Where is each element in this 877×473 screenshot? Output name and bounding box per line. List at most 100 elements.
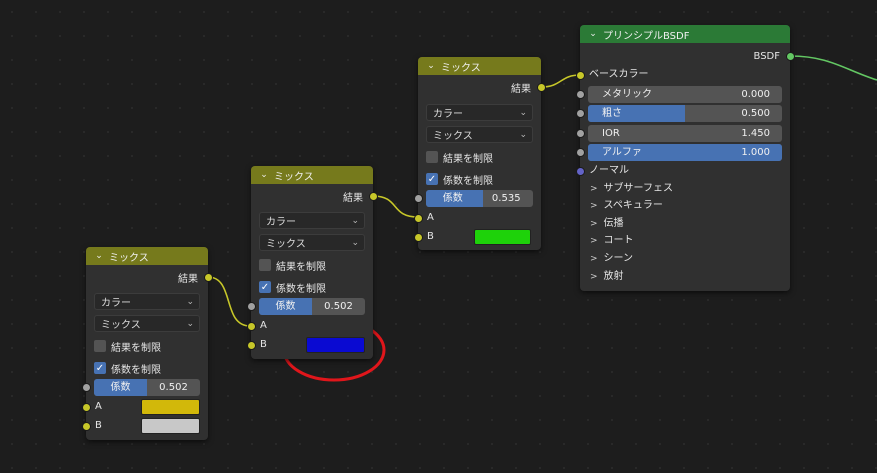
chevron-right-icon: > [590, 236, 598, 246]
clamp-factor-checkbox[interactable]: ✓ 係数を制限 [259, 279, 326, 295]
factor-slider[interactable]: 係数 0.502 [94, 379, 200, 396]
factor-socket[interactable] [247, 302, 256, 311]
slider-value: 1.450 [741, 128, 770, 139]
data-type-dropdown[interactable]: カラー ⌄ [426, 104, 533, 121]
clamp-factor-checkbox[interactable]: ✓ 係数を制限 [426, 171, 493, 187]
blend-mode-dropdown[interactable]: ミックス ⌄ [259, 234, 365, 251]
node-title: プリンシプルBSDF [603, 30, 690, 42]
input-a-socket[interactable] [82, 403, 91, 412]
input-b-socket[interactable] [247, 341, 256, 350]
input-b-socket[interactable] [414, 233, 423, 242]
chevron-down-icon: ⌄ [519, 107, 527, 118]
input-a-label: A [260, 320, 267, 331]
chevron-right-icon: > [590, 219, 598, 229]
panel-label: コート [603, 235, 634, 246]
chevron-right-icon: > [590, 254, 598, 264]
clamp-factor-checkbox[interactable]: ✓ 係数を制限 [94, 360, 161, 376]
mix-node-2[interactable]: ⌄ ミックス 結果 カラー ⌄ ミックス ⌄ 結果を制限 ✓ 係数を制限 係数 0.… [247, 166, 378, 359]
roughness-socket[interactable] [576, 109, 585, 118]
panel-specular[interactable]: > スペキュラー [590, 198, 663, 214]
link-mix1-to-mix2[interactable] [207, 276, 251, 327]
mix-node-3[interactable]: ⌄ ミックス 結果 カラー ⌄ ミックス ⌄ 結果を制限 ✓ 係数を制限 係数 0.… [414, 57, 546, 250]
blend-mode-dropdown[interactable]: ミックス ⌄ [426, 126, 533, 143]
slider-label: 係数 [275, 301, 296, 312]
panel-transmission[interactable]: > 伝播 [590, 216, 624, 232]
input-a-color-swatch[interactable] [141, 399, 200, 415]
input-a-label: A [427, 212, 434, 223]
mix-node-1[interactable]: ⌄ ミックス 結果 カラー ⌄ ミックス ⌄ 結果を制限 ✓ 係数を制限 係数 0.… [82, 247, 213, 440]
ior-slider[interactable]: IOR 1.450 [588, 125, 782, 142]
factor-slider[interactable]: 係数 0.502 [259, 298, 365, 315]
link-mix3-to-bsdf[interactable] [540, 74, 581, 88]
checkmark-icon[interactable]: ✓ [259, 281, 271, 293]
output-socket[interactable] [369, 192, 378, 201]
chevron-down-icon: ⌄ [519, 129, 527, 140]
input-b-label: B [260, 339, 267, 350]
mix-node-1-header[interactable]: ⌄ ミックス [86, 247, 208, 265]
checkbox-icon[interactable] [426, 151, 438, 163]
chevron-down-icon[interactable]: ⌄ [588, 29, 598, 39]
mix-node-3-header[interactable]: ⌄ ミックス [418, 57, 541, 75]
blend-mode-dropdown[interactable]: ミックス ⌄ [94, 315, 200, 332]
panel-sheen[interactable]: > シーン [590, 251, 633, 267]
input-b-label: B [427, 231, 434, 242]
slider-label: 係数 [110, 382, 131, 393]
output-socket[interactable] [537, 83, 546, 92]
principled-bsdf-node[interactable]: ⌄ プリンシプルBSDF BSDF ベースカラー メタリック 0.000 粗さ … [576, 25, 795, 291]
input-b-color-swatch[interactable] [306, 337, 365, 353]
dropdown-value: ミックス [101, 320, 141, 331]
clamp-result-checkbox[interactable]: 結果を制限 [259, 257, 326, 273]
chevron-down-icon[interactable]: ⌄ [94, 251, 104, 261]
input-a-socket[interactable] [414, 214, 423, 223]
slider-value: 0.535 [491, 193, 521, 204]
factor-socket[interactable] [414, 194, 423, 203]
output-socket[interactable] [204, 273, 213, 282]
slider-value: 0.500 [741, 108, 770, 119]
chevron-down-icon[interactable]: ⌄ [426, 61, 436, 71]
input-b-socket[interactable] [82, 422, 91, 431]
node-title: ミックス [274, 171, 314, 183]
checkbox-icon[interactable] [94, 340, 106, 352]
bsdf-output-socket[interactable] [786, 52, 795, 61]
metallic-slider[interactable]: メタリック 0.000 [588, 86, 782, 103]
chevron-down-icon[interactable]: ⌄ [259, 170, 269, 180]
ior-socket[interactable] [576, 129, 585, 138]
node-title: ミックス [441, 62, 481, 74]
factor-socket[interactable] [82, 383, 91, 392]
panel-coat[interactable]: > コート [590, 233, 634, 249]
checkmark-icon[interactable]: ✓ [426, 173, 438, 185]
checkbox-icon[interactable] [259, 259, 271, 271]
link-mix2-to-mix3[interactable] [372, 195, 419, 218]
data-type-dropdown[interactable]: カラー ⌄ [259, 212, 365, 229]
node-title: ミックス [109, 252, 149, 264]
data-type-dropdown[interactable]: カラー ⌄ [94, 293, 200, 310]
slider-label: メタリック [602, 89, 652, 100]
chevron-down-icon: ⌄ [351, 215, 359, 226]
output-label: BSDF [753, 50, 780, 62]
checkmark-icon[interactable]: ✓ [94, 362, 106, 374]
normal-socket[interactable] [576, 167, 585, 176]
panel-label: スペキュラー [603, 200, 663, 211]
input-b-label: B [95, 420, 102, 431]
metallic-socket[interactable] [576, 90, 585, 99]
bsdf-node-header[interactable]: ⌄ プリンシプルBSDF [580, 25, 790, 43]
alpha-socket[interactable] [576, 148, 585, 157]
clamp-result-checkbox[interactable]: 結果を制限 [426, 149, 493, 165]
input-b-color-swatch[interactable] [474, 229, 531, 245]
panel-subsurface[interactable]: > サブサーフェス [590, 181, 673, 197]
chevron-down-icon: ⌄ [186, 318, 194, 329]
base-color-socket[interactable] [576, 71, 585, 80]
panel-emission[interactable]: > 放射 [590, 269, 624, 285]
output-label: 結果 [178, 273, 198, 285]
clamp-result-checkbox[interactable]: 結果を制限 [94, 338, 161, 354]
base-color-label: ベースカラー [589, 69, 649, 80]
mix-node-2-header[interactable]: ⌄ ミックス [251, 166, 373, 184]
output-row: 結果 [86, 268, 208, 286]
input-a-socket[interactable] [247, 322, 256, 331]
input-b-color-swatch[interactable] [141, 418, 200, 434]
roughness-slider[interactable]: 粗さ 0.500 [588, 105, 782, 122]
chevron-down-icon: ⌄ [351, 237, 359, 248]
link-bsdf-output[interactable] [789, 55, 877, 81]
alpha-slider[interactable]: アルファ 1.000 [588, 144, 782, 161]
factor-slider[interactable]: 係数 0.535 [426, 190, 533, 207]
